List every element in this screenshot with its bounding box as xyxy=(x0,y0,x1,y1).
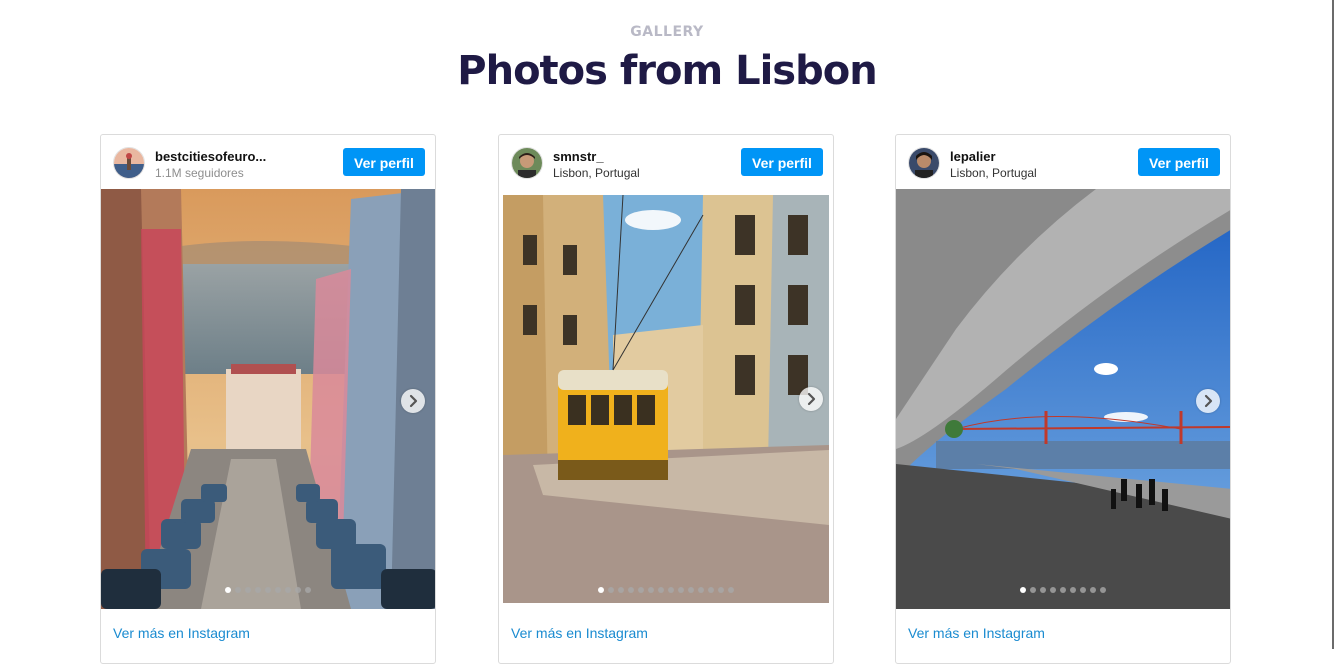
carousel-dot[interactable] xyxy=(1050,587,1056,593)
carousel-dot[interactable] xyxy=(225,587,231,593)
view-profile-button[interactable]: Ver perfil xyxy=(741,148,823,176)
carousel-dot[interactable] xyxy=(1090,587,1096,593)
location: Lisbon, Portugal xyxy=(950,166,1037,180)
carousel-dot[interactable] xyxy=(255,587,261,593)
page-title: Photos from Lisbon xyxy=(457,48,877,94)
card-header: lepalier Lisbon, Portugal Ver perfil xyxy=(896,135,1230,189)
carousel-dots xyxy=(101,587,435,593)
view-profile-button[interactable]: Ver perfil xyxy=(1138,148,1220,176)
post-photo[interactable] xyxy=(101,189,435,609)
carousel-dot[interactable] xyxy=(265,587,271,593)
username[interactable]: lepalier xyxy=(950,149,996,164)
carousel-dot[interactable] xyxy=(708,587,714,593)
carousel-dot[interactable] xyxy=(1070,587,1076,593)
carousel-dot[interactable] xyxy=(245,587,251,593)
carousel-dot[interactable] xyxy=(698,587,704,593)
post-photo[interactable] xyxy=(503,195,829,603)
username[interactable]: bestcitiesofeuro... xyxy=(155,149,266,164)
location: Lisbon, Portugal xyxy=(553,166,640,180)
carousel-dot[interactable] xyxy=(1100,587,1106,593)
view-more-on-instagram-link[interactable]: Ver más en Instagram xyxy=(113,625,250,641)
carousel-dots xyxy=(503,587,829,593)
chevron-right-icon xyxy=(807,392,816,406)
avatar[interactable] xyxy=(113,147,145,179)
carousel-dot[interactable] xyxy=(638,587,644,593)
post-photo[interactable] xyxy=(896,189,1230,609)
carousel-dot[interactable] xyxy=(305,587,311,593)
carousel-dots xyxy=(896,587,1230,593)
card-header: smnstr_ Lisbon, Portugal Ver perfil xyxy=(499,135,833,189)
carousel-dot[interactable] xyxy=(658,587,664,593)
carousel-dot[interactable] xyxy=(628,587,634,593)
carousel-dot[interactable] xyxy=(668,587,674,593)
carousel-dot[interactable] xyxy=(1060,587,1066,593)
follower-count: 1.1M seguidores xyxy=(155,166,244,180)
instagram-card-3: lepalier Lisbon, Portugal Ver perfil Ver… xyxy=(895,134,1231,664)
carousel-dot[interactable] xyxy=(275,587,281,593)
view-profile-button[interactable]: Ver perfil xyxy=(343,148,425,176)
carousel-dot[interactable] xyxy=(718,587,724,593)
carousel-dot[interactable] xyxy=(598,587,604,593)
next-slide-button[interactable] xyxy=(799,387,823,411)
username[interactable]: smnstr_ xyxy=(553,149,604,164)
next-slide-button[interactable] xyxy=(1196,389,1220,413)
chevron-right-icon xyxy=(1204,394,1213,408)
section-eyebrow: GALLERY xyxy=(630,24,704,40)
carousel-dot[interactable] xyxy=(1020,587,1026,593)
view-more-on-instagram-link[interactable]: Ver más en Instagram xyxy=(908,625,1045,641)
carousel-dot[interactable] xyxy=(648,587,654,593)
view-more-on-instagram-link[interactable]: Ver más en Instagram xyxy=(511,625,648,641)
carousel-dot[interactable] xyxy=(235,587,241,593)
carousel-dot[interactable] xyxy=(295,587,301,593)
card-header: bestcitiesofeuro... 1.1M seguidores Ver … xyxy=(101,135,435,189)
instagram-card-2: smnstr_ Lisbon, Portugal Ver perfil Ver … xyxy=(498,134,834,664)
next-slide-button[interactable] xyxy=(401,389,425,413)
instagram-card-1: bestcitiesofeuro... 1.1M seguidores Ver … xyxy=(100,134,436,664)
carousel-dot[interactable] xyxy=(618,587,624,593)
carousel-dot[interactable] xyxy=(728,587,734,593)
carousel-dot[interactable] xyxy=(1030,587,1036,593)
carousel-dot[interactable] xyxy=(1040,587,1046,593)
carousel-dot[interactable] xyxy=(688,587,694,593)
avatar[interactable] xyxy=(511,147,543,179)
avatar[interactable] xyxy=(908,147,940,179)
carousel-dot[interactable] xyxy=(1080,587,1086,593)
carousel-dot[interactable] xyxy=(608,587,614,593)
carousel-dot[interactable] xyxy=(285,587,291,593)
chevron-right-icon xyxy=(409,394,418,408)
carousel-dot[interactable] xyxy=(678,587,684,593)
